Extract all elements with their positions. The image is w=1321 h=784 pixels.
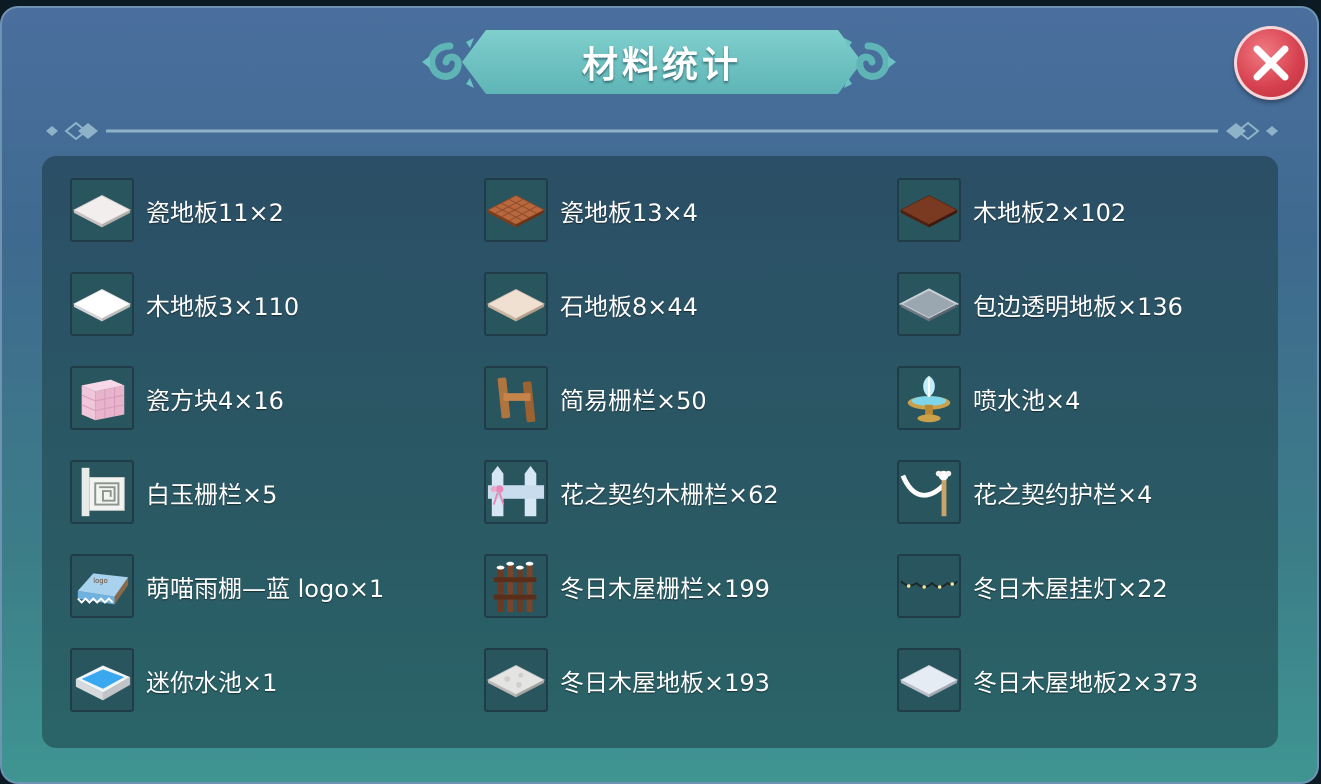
list-item: 冬日木屋栅栏×199: [484, 552, 770, 620]
list-item: 简易栅栏×50: [484, 364, 707, 432]
mini-pool-icon: [75, 665, 131, 701]
item-label: 瓷地板11×2: [146, 198, 284, 227]
brown-tile-floor-icon: [486, 194, 546, 228]
close-icon: [1253, 45, 1289, 81]
item-icon-frame: [484, 460, 548, 524]
winter-cabin-fence-icon: [493, 561, 537, 613]
item-icon-frame: [484, 178, 548, 242]
list-item: 石地板8×44: [484, 270, 698, 338]
list-item: 木地板3×110: [70, 270, 299, 338]
item-icon-frame: [897, 554, 961, 618]
flower-railing-icon: [900, 470, 952, 517]
item-icon-frame: [484, 366, 548, 430]
blue-awning-icon: logo: [77, 573, 129, 605]
item-label: 简易栅栏×50: [560, 386, 707, 415]
item-label: 石地板8×44: [560, 292, 698, 321]
dark-wood-floor-icon: [899, 194, 959, 228]
transparent-floor-icon: [899, 288, 959, 322]
simple-fence-icon: [497, 377, 536, 423]
item-icon-frame: [484, 648, 548, 712]
list-item: 喷水池×4: [897, 364, 1080, 432]
list-item: 木地板2×102: [897, 176, 1126, 244]
list-item: 瓷地板11×2: [70, 176, 284, 244]
jade-fence-icon: [81, 467, 125, 517]
winter-string-lights-icon: [900, 580, 958, 589]
item-label: 冬日木屋挂灯×22: [973, 574, 1168, 603]
item-label: 木地板2×102: [973, 198, 1127, 227]
list-item: 花之契约木栅栏×62: [484, 458, 779, 526]
list-item: 冬日木屋挂灯×22: [897, 552, 1168, 620]
item-label: 花之契约木栅栏×62: [560, 480, 779, 509]
item-icon-frame: [484, 272, 548, 336]
item-label: 喷水池×4: [973, 386, 1081, 415]
item-icon-frame: [70, 648, 134, 712]
item-icon-frame: [897, 178, 961, 242]
list-item: 冬日木屋地板×193: [484, 646, 770, 714]
list-item: 迷你水池×1: [70, 646, 277, 714]
item-icon-frame: logo: [70, 554, 134, 618]
list-item: 花之契约护栏×4: [897, 458, 1152, 526]
title-divider: [46, 121, 1278, 141]
materials-dialog: 材料统计 瓷地板11×2 瓷地板13×4 木地板2×102 木地板3×110 石…: [0, 6, 1319, 784]
item-icon-frame: [484, 554, 548, 618]
white-tile-floor-icon: [72, 194, 132, 228]
item-label: 萌喵雨棚—蓝 logo×1: [146, 574, 385, 603]
item-label: 冬日木屋地板×193: [560, 668, 770, 697]
list-item: 包边透明地板×136: [897, 270, 1183, 338]
item-label: 花之契约护栏×4: [973, 480, 1153, 509]
winter-cabin-floor-icon: [486, 664, 546, 698]
item-icon-frame: [70, 460, 134, 524]
title-banner: 材料统计: [462, 30, 862, 94]
white-wood-floor-icon: [72, 288, 132, 322]
item-label: 瓷方块4×16: [146, 386, 284, 415]
list-item: 瓷地板13×4: [484, 176, 698, 244]
item-icon-frame: [897, 648, 961, 712]
list-item: 瓷方块4×16: [70, 364, 284, 432]
materials-list[interactable]: 瓷地板11×2 瓷地板13×4 木地板2×102 木地板3×110 石地板8×4…: [42, 156, 1278, 748]
list-item: logo 萌喵雨棚—蓝 logo×1: [70, 552, 384, 620]
dialog-title: 材料统计: [581, 45, 742, 86]
item-label: 包边透明地板×136: [973, 292, 1183, 321]
item-label: 冬日木屋栅栏×199: [560, 574, 770, 603]
item-icon-frame: [70, 178, 134, 242]
list-item: 冬日木屋地板2×373: [897, 646, 1198, 714]
item-icon-frame: [70, 366, 134, 430]
item-label: 白玉栅栏×5: [146, 480, 278, 509]
item-icon-frame: [897, 272, 961, 336]
item-icon-frame: [897, 460, 961, 524]
item-label: 冬日木屋地板2×373: [973, 668, 1199, 697]
item-label: 瓷地板13×4: [560, 198, 698, 227]
fountain-icon: [907, 375, 951, 423]
close-button[interactable]: [1234, 26, 1308, 100]
winter-cabin-floor-2-icon: [899, 664, 959, 698]
pink-cube-icon: [81, 379, 125, 421]
item-label: 迷你水池×1: [146, 668, 278, 697]
item-icon-frame: [70, 272, 134, 336]
swirl-ornament-icon: [844, 38, 896, 88]
item-label: 木地板3×110: [146, 292, 300, 321]
list-item: 白玉栅栏×5: [70, 458, 277, 526]
flower-wood-fence-icon: [487, 465, 545, 517]
beige-stone-floor-icon: [486, 288, 546, 322]
svg-text:logo: logo: [93, 577, 107, 585]
item-icon-frame: [897, 366, 961, 430]
